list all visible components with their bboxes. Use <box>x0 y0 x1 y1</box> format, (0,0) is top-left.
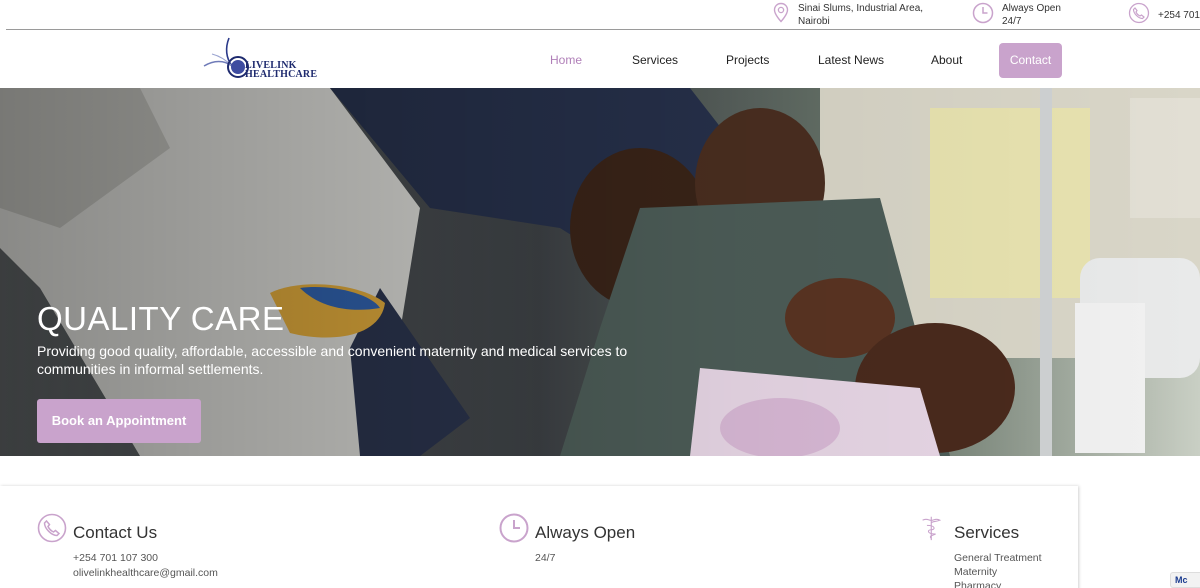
brand-name-line-2: HEALTHCARE <box>245 69 318 80</box>
brand-logo[interactable]: LIVELINK HEALTHCARE <box>202 36 317 82</box>
hero-banner: QUALITY CARE Providing good quality, aff… <box>0 88 1200 456</box>
services-title: Services <box>954 523 1020 542</box>
address-info: Sinai Slums, Industrial Area, Nairobi <box>772 2 932 28</box>
phone-icon <box>37 513 67 543</box>
hours-title: Always Open <box>535 523 636 542</box>
caduceus-icon <box>922 516 942 541</box>
phone-info[interactable]: +254 701 <box>1128 2 1200 24</box>
book-appointment-button[interactable]: Book an Appointment <box>37 399 201 443</box>
main-navigation: LIVELINK HEALTHCARE Home Services Projec… <box>0 30 1200 88</box>
service-item[interactable]: Maternity <box>954 566 997 578</box>
contact-phone[interactable]: +254 701 107 300 <box>73 552 158 564</box>
corner-badge[interactable]: Mc <box>1170 572 1200 588</box>
nav-services[interactable]: Services <box>632 53 678 67</box>
location-pin-icon <box>773 2 789 23</box>
contact-email[interactable]: olivelinkhealthcare@gmail.com <box>73 567 218 579</box>
hours-line-2: 24/7 <box>1002 16 1022 27</box>
address-line-2: Nairobi <box>798 16 830 27</box>
hours-line-1: Always Open <box>1002 3 1061 14</box>
service-item[interactable]: Pharmacy <box>954 580 1001 588</box>
service-item[interactable]: General Treatment <box>954 552 1042 564</box>
hero-title: QUALITY CARE <box>37 300 285 337</box>
info-cards: Contact Us +254 701 107 300 olivelinkhea… <box>0 486 1078 588</box>
nav-about[interactable]: About <box>931 53 962 67</box>
nav-contact-button[interactable]: Contact <box>999 43 1062 78</box>
top-info-bar: Sinai Slums, Industrial Area, Nairobi Al… <box>0 0 1200 30</box>
clock-icon <box>499 513 529 543</box>
nav-home[interactable]: Home <box>550 53 582 67</box>
brand-name: LIVELINK HEALTHCARE <box>245 61 318 80</box>
hours-value: 24/7 <box>535 552 556 564</box>
phone-icon <box>1128 2 1150 24</box>
phone-number[interactable]: +254 701 <box>1158 2 1200 22</box>
hours-info: Always Open 24/7 <box>972 2 1082 28</box>
nav-latest-news[interactable]: Latest News <box>818 53 884 67</box>
badge-label: Mc <box>1175 575 1188 585</box>
contact-title: Contact Us <box>73 523 158 542</box>
hero-description: Providing good quality, affordable, acce… <box>37 343 628 377</box>
nav-projects[interactable]: Projects <box>726 53 769 67</box>
address-line-1: Sinai Slums, Industrial Area, <box>798 3 924 14</box>
clock-icon <box>972 2 994 24</box>
